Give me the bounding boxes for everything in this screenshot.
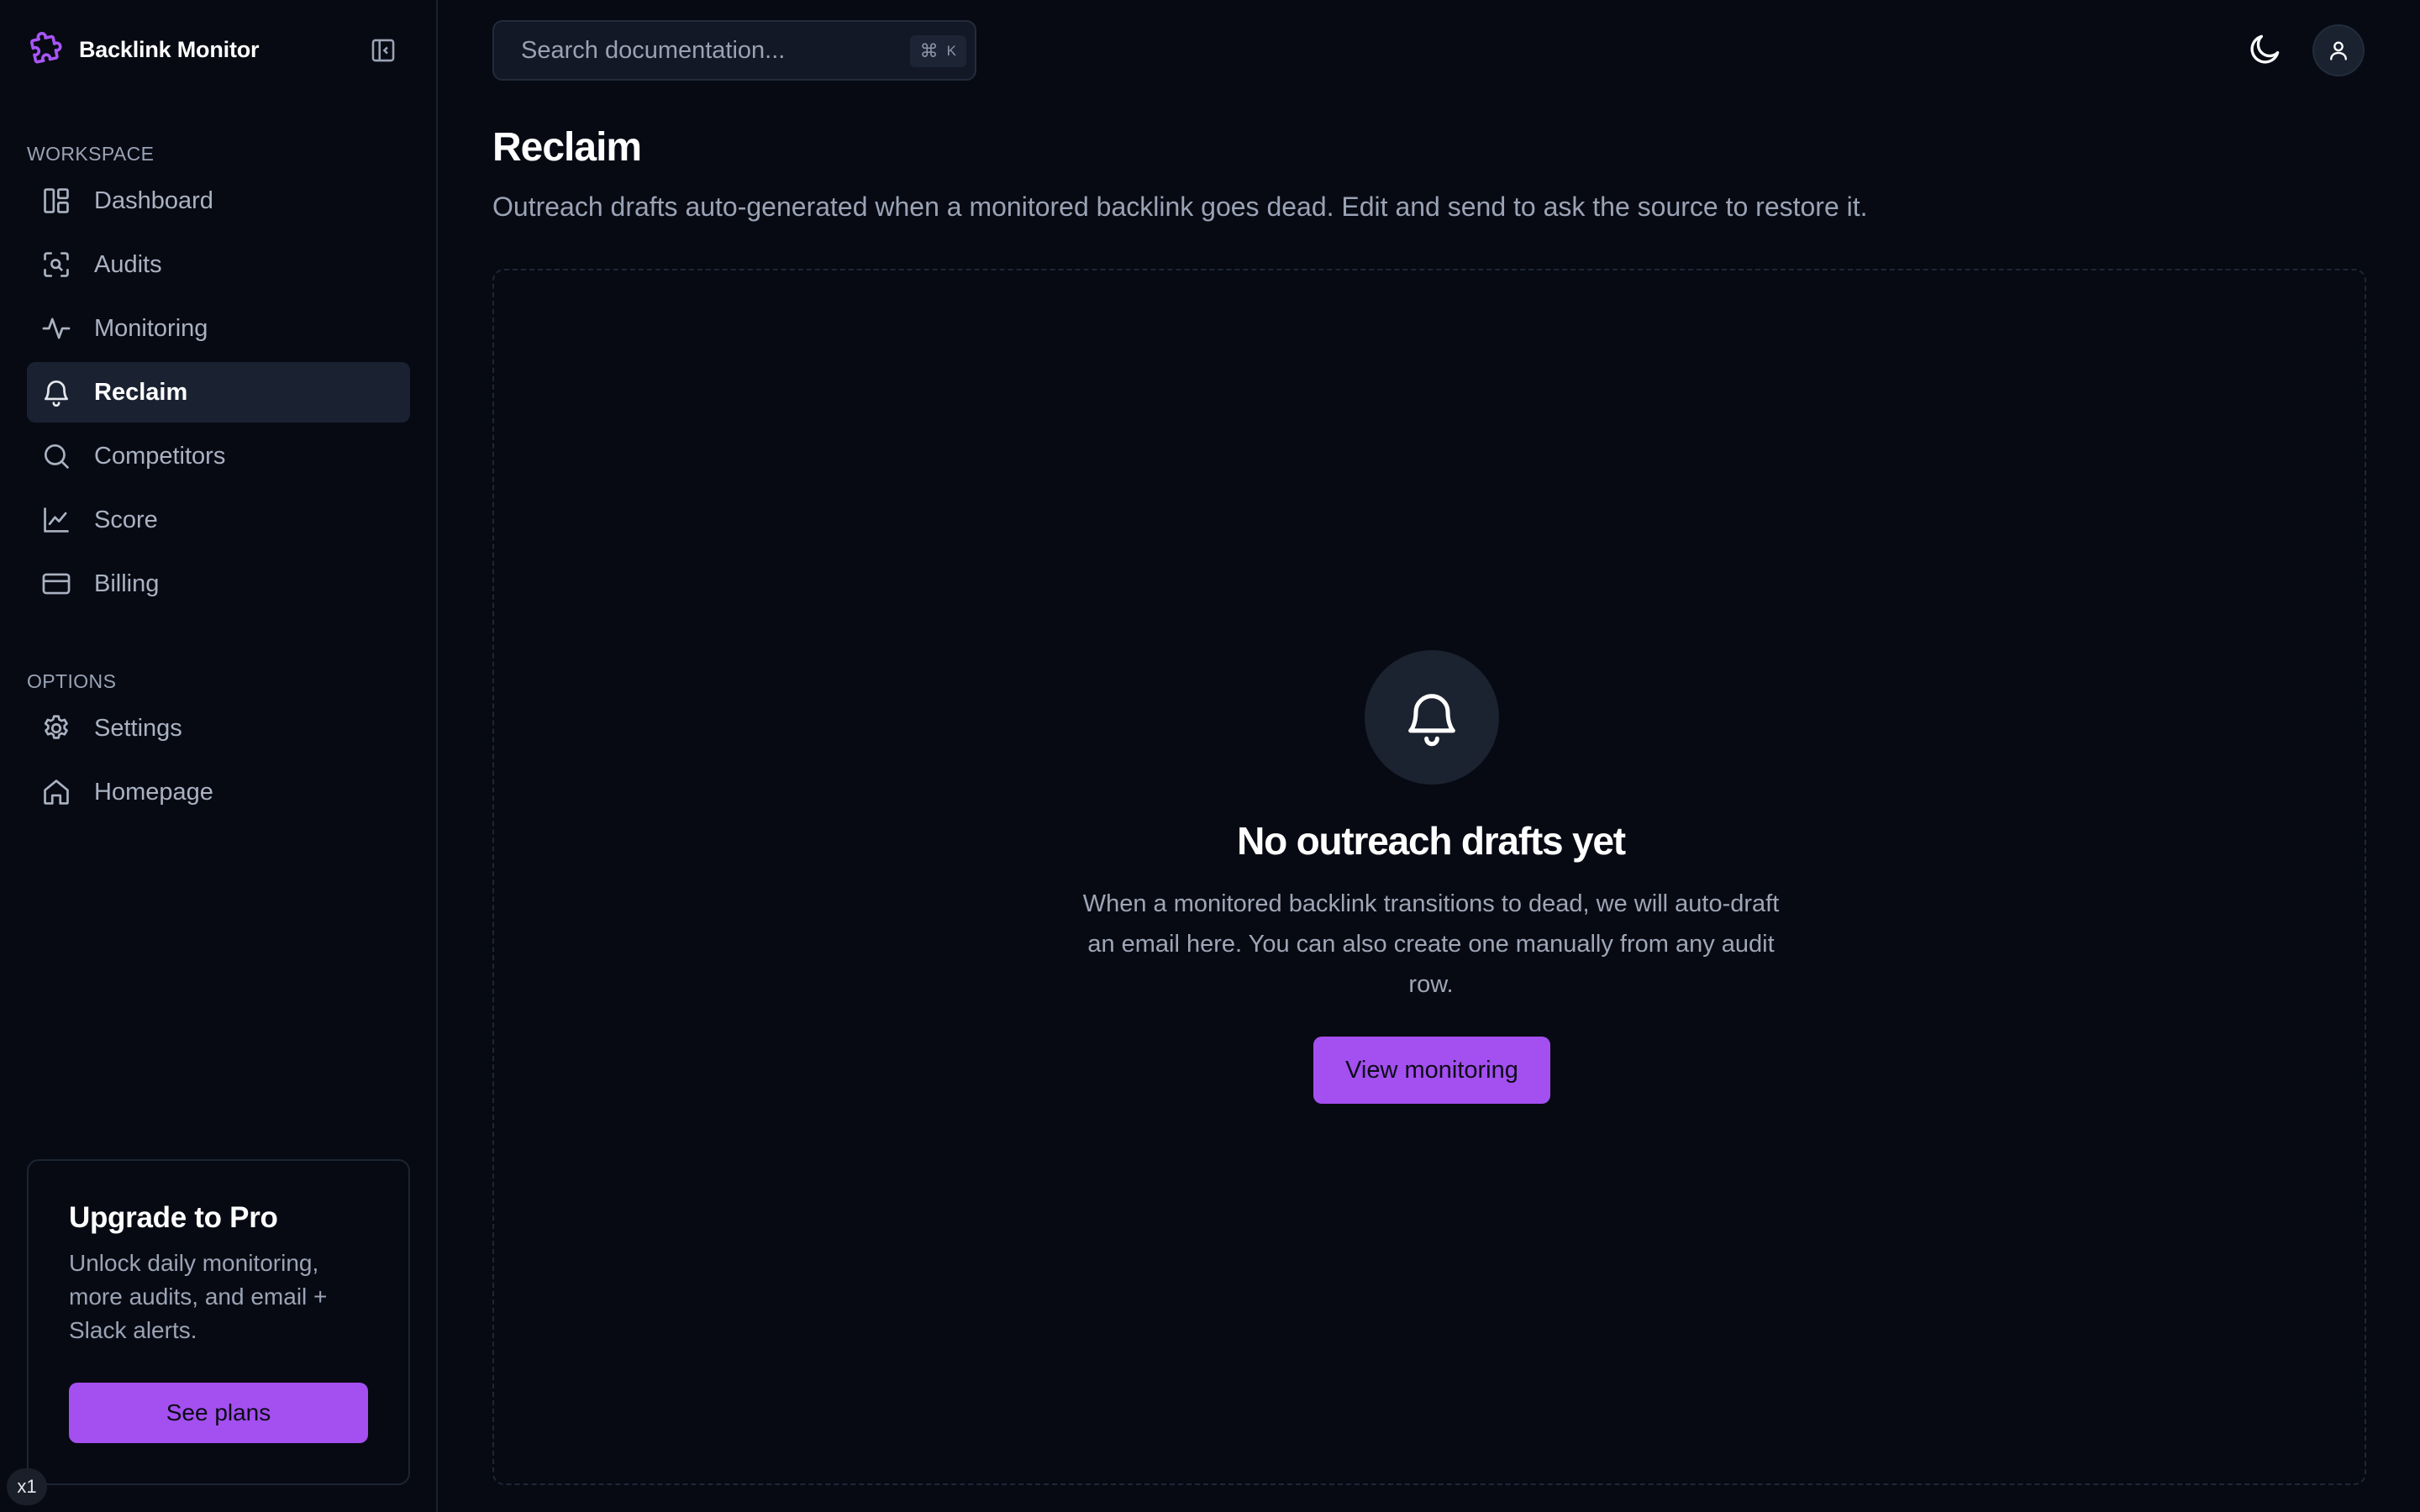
sidebar-item-label: Competitors <box>94 442 226 470</box>
collapse-sidebar-button[interactable] <box>366 35 400 66</box>
zoom-badge[interactable]: x1 <box>7 1468 47 1505</box>
search-icon <box>44 444 69 469</box>
sidebar-item-label: Dashboard <box>94 186 213 214</box>
brand[interactable]: Backlink Monitor <box>27 29 260 71</box>
options-nav: Settings Homepage <box>27 698 410 826</box>
search-input[interactable] <box>521 36 891 65</box>
command-key-symbol: ⌘ <box>919 40 939 61</box>
audit-scan-icon <box>44 252 69 277</box>
sidebar-item-billing[interactable]: Billing <box>27 554 410 614</box>
moon-icon <box>2250 34 2280 64</box>
page-title: Reclaim <box>492 125 642 170</box>
sidebar-item-homepage[interactable]: Homepage <box>27 762 410 822</box>
sidebar-item-monitoring[interactable]: Monitoring <box>27 298 410 359</box>
see-plans-button[interactable]: See plans <box>69 1383 368 1443</box>
empty-state-panel: No outreach drafts yet When a monitored … <box>492 269 2366 1485</box>
sidebar: Backlink Monitor WORKSPACE Dashboard Aud… <box>0 0 438 1512</box>
empty-state-title: No outreach drafts yet <box>1237 819 1626 863</box>
upgrade-card: Upgrade to Pro Unlock daily monitoring, … <box>27 1159 410 1485</box>
shortcut-hint: ⌘ K <box>909 35 966 67</box>
gear-icon <box>44 715 68 739</box>
sidebar-item-settings[interactable]: Settings <box>27 698 410 759</box>
sidebar-item-label: Settings <box>94 714 182 742</box>
user-icon <box>2330 41 2347 60</box>
panel-left-icon <box>371 39 395 62</box>
sidebar-item-reclaim[interactable]: Reclaim <box>27 362 410 423</box>
workspace-nav: Dashboard Audits Monitoring Reclaim Comp… <box>27 171 410 617</box>
upgrade-title: Upgrade to Pro <box>69 1201 278 1234</box>
line-chart-icon <box>44 507 69 533</box>
sidebar-item-label: Billing <box>94 570 160 597</box>
app-root: Backlink Monitor WORKSPACE Dashboard Aud… <box>0 0 2420 1512</box>
theme-toggle-button[interactable] <box>2242 25 2289 72</box>
sidebar-item-score[interactable]: Score <box>27 490 410 550</box>
search-box[interactable]: ⌘ K <box>492 20 976 81</box>
dashboard-icon <box>44 188 69 213</box>
sidebar-item-label: Homepage <box>94 778 213 806</box>
workspace-section-label: WORKSPACE <box>27 143 155 165</box>
bell-icon <box>44 380 69 407</box>
upgrade-description: Unlock daily monitoring, more audits, an… <box>69 1250 328 1343</box>
sidebar-item-dashboard[interactable]: Dashboard <box>27 171 410 231</box>
empty-state-icon-circle <box>1365 650 1499 785</box>
app-name: Backlink Monitor <box>79 36 260 62</box>
sidebar-item-label: Audits <box>94 250 162 278</box>
options-section-label: OPTIONS <box>27 670 117 692</box>
sidebar-item-audits[interactable]: Audits <box>27 234 410 295</box>
sidebar-item-label: Monitoring <box>94 314 208 342</box>
empty-state-description: When a monitored backlink transitions to… <box>1082 890 1780 998</box>
sidebar-item-label: Reclaim <box>94 378 188 406</box>
user-menu-button[interactable] <box>2312 24 2365 76</box>
activity-icon <box>42 318 71 339</box>
page-subtitle: Outreach drafts auto-generated when a mo… <box>492 192 1868 222</box>
shortcut-key: K <box>946 43 956 59</box>
sidebar-item-label: Score <box>94 506 158 533</box>
bell-icon <box>1408 694 1455 747</box>
view-monitoring-button[interactable]: View monitoring <box>1313 1037 1550 1104</box>
puzzle-logo-icon <box>30 31 62 64</box>
home-icon <box>44 780 69 805</box>
sidebar-item-competitors[interactable]: Competitors <box>27 426 410 486</box>
credit-card-icon <box>42 573 71 595</box>
